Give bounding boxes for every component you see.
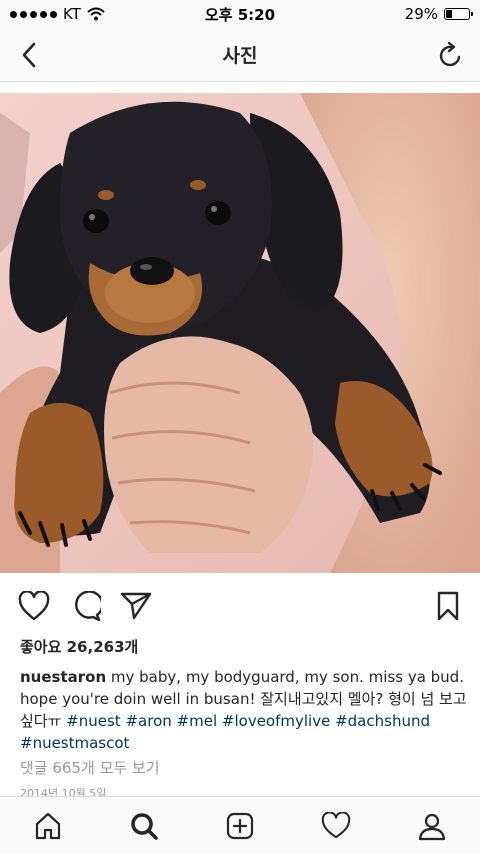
hashtag[interactable]: #loveofmylive [222, 712, 330, 730]
page-title: 사진 [222, 45, 258, 67]
heart-outline-icon [18, 591, 50, 621]
search-icon [131, 812, 158, 840]
tab-add[interactable] [216, 802, 264, 850]
signal-strength-icon [10, 10, 57, 18]
hashtag[interactable]: #dachshund [335, 712, 430, 730]
post-actions [0, 586, 480, 626]
chevron-left-icon [22, 42, 36, 68]
battery-percent: 29% [404, 5, 438, 23]
tab-search[interactable] [120, 802, 168, 850]
status-left: KT [10, 5, 105, 23]
hashtag[interactable]: #mel [177, 712, 218, 730]
dachshund-puppy-photo [0, 93, 480, 573]
post-caption: nuestaron my baby, my bodyguard, my son.… [20, 666, 468, 754]
like-count[interactable]: 좋아요 26,263개 [20, 636, 138, 657]
refresh-icon [439, 42, 461, 67]
view-all-comments-link[interactable]: 댓글 665개 모두 보기 [20, 757, 160, 778]
carrier-label: KT [63, 5, 81, 23]
caption-username[interactable]: nuestaron [20, 668, 106, 686]
paper-plane-icon [120, 592, 152, 620]
hashtag[interactable]: #aron [125, 712, 171, 730]
save-button[interactable] [430, 588, 466, 624]
tab-activity[interactable] [312, 802, 360, 850]
status-right: 29% [404, 5, 473, 23]
wifi-icon [87, 7, 105, 21]
add-post-icon [226, 812, 254, 839]
refresh-button[interactable] [434, 38, 468, 72]
post-photo[interactable] [0, 93, 480, 573]
back-button[interactable] [12, 38, 46, 72]
home-icon [35, 812, 61, 839]
battery-icon [444, 8, 473, 20]
tab-home[interactable] [24, 802, 72, 850]
like-button[interactable] [16, 588, 52, 624]
tab-bar [0, 796, 480, 854]
comment-icon [75, 591, 101, 621]
status-bar: KT 오후 5:20 29% [0, 0, 480, 28]
heart-icon [321, 811, 351, 838]
share-button[interactable] [118, 588, 154, 624]
hashtag[interactable]: #nuestmascot [20, 734, 129, 752]
nav-bar: 사진 [0, 28, 480, 82]
tab-profile[interactable] [408, 802, 456, 850]
hashtag[interactable]: #nuest [66, 712, 121, 730]
profile-icon [418, 813, 446, 840]
battery-fill [446, 10, 453, 18]
bookmark-icon [437, 591, 459, 621]
comment-button[interactable] [68, 588, 104, 624]
